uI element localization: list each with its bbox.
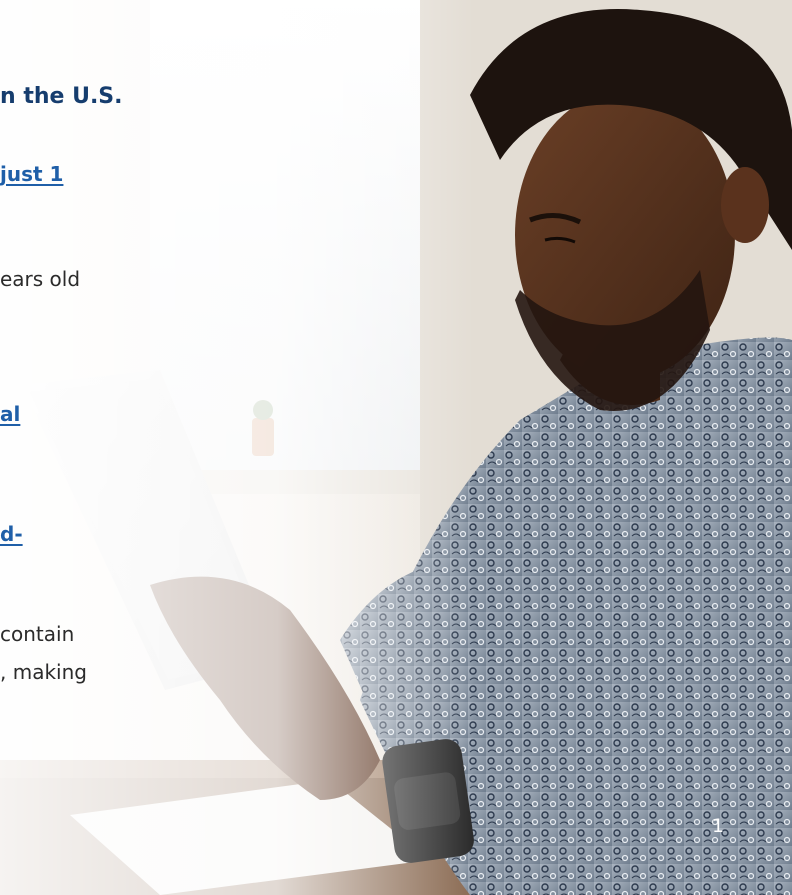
body-fragment-3: , making [0, 660, 87, 684]
link-fragment-3[interactable]: d- [0, 522, 23, 546]
body-fragment-1: ears old [0, 267, 81, 291]
body-fragment-2: contain [0, 622, 75, 646]
link-fragment-1[interactable]: just 1 [0, 162, 63, 186]
page-number: 1 [712, 815, 725, 837]
text-layer: n the U.S. just 1 ears old al d- contain… [0, 0, 792, 895]
slide-heading: n the U.S. [0, 84, 123, 109]
link-fragment-2[interactable]: al [0, 402, 20, 426]
slide-page: n the U.S. just 1 ears old al d- contain… [0, 0, 792, 895]
